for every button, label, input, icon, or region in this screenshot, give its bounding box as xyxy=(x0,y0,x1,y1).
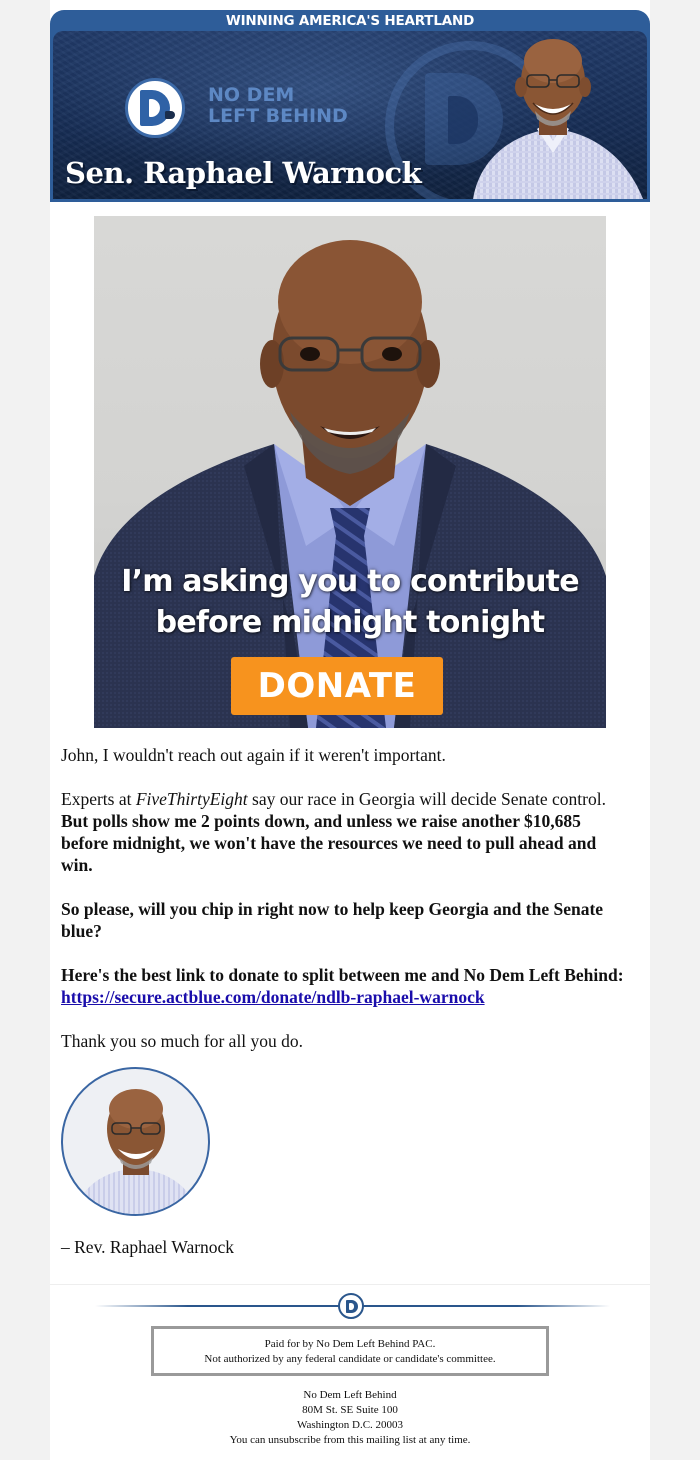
disclaimer-line-2: Not authorized by any federal candidate … xyxy=(204,1353,496,1365)
footer-separator xyxy=(50,1284,650,1285)
paid-for-disclaimer: Paid for by No Dem Left Behind PAC. Not … xyxy=(151,1326,549,1376)
disclaimer-line-1: Paid for by No Dem Left Behind PAC. xyxy=(264,1338,436,1350)
footer-city: Washington D.C. 20003 xyxy=(296,1419,404,1431)
footer-address: No Dem Left Behind 80M St. SE Suite 100 … xyxy=(50,1388,650,1448)
greeting-paragraph: John, I wouldn't reach out again if it w… xyxy=(61,745,446,765)
signature-text: – Rev. Raphael Warnock xyxy=(61,1237,235,1257)
header-artwork: NO DEM LEFT BEHIND Sen. Raphael Warnock xyxy=(53,31,647,199)
logo-line-2: LEFT BEHIND xyxy=(208,105,348,127)
p2-text-b: say our race in Georgia will decide Sena… xyxy=(247,789,606,809)
footer-d-logo-icon xyxy=(338,1293,364,1319)
donate-button[interactable]: DONATE xyxy=(231,657,443,715)
p2-text-a: Experts at xyxy=(61,789,136,809)
body-paragraph-2: Experts at FiveThirtyEight say our race … xyxy=(61,788,631,876)
p2-source-name: FiveThirtyEight xyxy=(135,789,248,809)
header-portrait-photo xyxy=(453,31,647,199)
p4-bold-text: Here's the best link to donate to split … xyxy=(61,965,624,985)
body-paragraph-3: So please, will you chip in right now to… xyxy=(61,898,631,942)
header-banner[interactable]: WINNING AMERICA'S HEARTLAND NO DEM LEFT … xyxy=(50,10,650,202)
logo-line-1: NO DEM xyxy=(208,84,295,106)
hero-caption-line-1: I’m asking you to contribute xyxy=(121,564,579,599)
header-tagline: WINNING AMERICA'S HEARTLAND xyxy=(225,13,475,29)
logo-wordmark: NO DEM LEFT BEHIND xyxy=(208,85,348,127)
body-paragraph-5: Thank you so much for all you do. xyxy=(61,1031,304,1051)
signature-photo xyxy=(61,1067,210,1216)
p2-bold-text: But polls show me 2 points down, and unl… xyxy=(61,811,597,875)
email-body: WINNING AMERICA'S HEARTLAND NO DEM LEFT … xyxy=(50,0,650,1460)
hero-photo xyxy=(94,240,606,728)
hero-donate-image-link[interactable]: I’m asking you to contribute before midn… xyxy=(94,216,606,728)
body-paragraph-4: Here's the best link to donate to split … xyxy=(61,964,631,1008)
footer-org-name: No Dem Left Behind xyxy=(303,1389,397,1401)
ndlb-logo-icon xyxy=(125,78,185,138)
footer-street: 80M St. SE Suite 100 xyxy=(302,1404,398,1416)
hero-caption-line-2: before midnight tonight xyxy=(155,605,546,640)
footer-unsubscribe-text[interactable]: You can unsubscribe from this mailing li… xyxy=(50,1433,650,1448)
header-candidate-name: Sen. Raphael Warnock xyxy=(65,156,422,190)
donate-link[interactable]: https://secure.actblue.com/donate/ndlb-r… xyxy=(61,987,485,1007)
p3-bold-text: So please, will you chip in right now to… xyxy=(61,899,604,941)
